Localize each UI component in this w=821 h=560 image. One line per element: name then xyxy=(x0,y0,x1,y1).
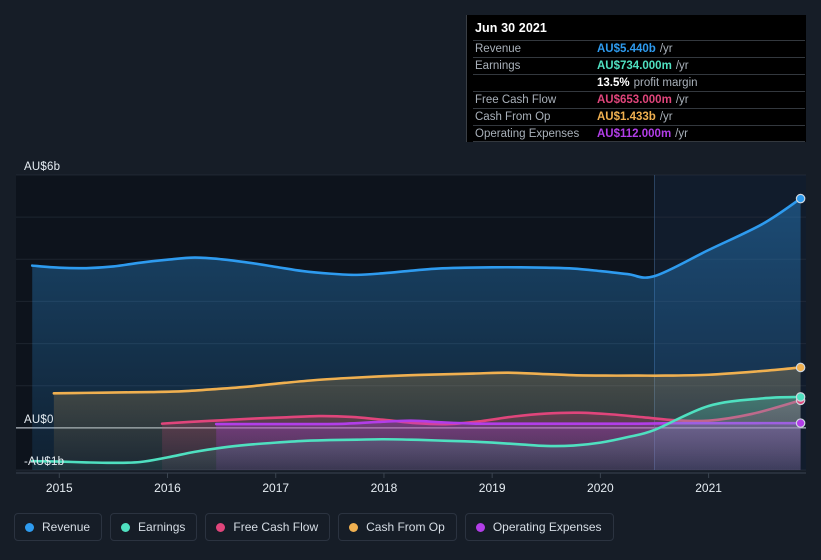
x-axis-label: 2016 xyxy=(154,481,181,495)
tooltip-row-label: Revenue xyxy=(475,43,522,55)
endpoint-marker-earnings[interactable] xyxy=(795,392,806,402)
tooltip-row-unit: /yr xyxy=(675,128,688,140)
x-axis-label: 2015 xyxy=(45,481,73,495)
x-axis-label: 2018 xyxy=(370,481,398,495)
legend-item-label: Free Cash Flow xyxy=(233,520,319,534)
tooltip-row-unit: /yr xyxy=(675,60,689,72)
legend-color-dot-icon xyxy=(121,522,131,532)
legend-item-label: Operating Expenses xyxy=(492,520,602,534)
y-axis-label: -AU$1b xyxy=(24,456,65,468)
tooltip-row: Revenue AU$5.440b/yr xyxy=(473,40,805,57)
tooltip-row-value: AU$1.433b xyxy=(597,111,656,123)
tooltip-row: 13.5% profit margin xyxy=(473,74,805,91)
legend-color-dot-icon xyxy=(216,522,226,532)
tooltip-row-label: Cash From Op xyxy=(475,111,551,123)
tooltip-row-unit: /yr xyxy=(659,43,673,55)
tooltip-row-label: Free Cash Flow xyxy=(475,94,557,106)
chart-legend[interactable]: Revenue Earnings Free Cash Flow Cash From O… xyxy=(14,513,614,541)
legend-item-cash-from-op[interactable]: Cash From Op xyxy=(338,513,457,541)
tooltip-row-value: 13.5% xyxy=(597,77,630,89)
tooltip-row-label: Earnings xyxy=(475,60,521,72)
legend-item-label: Cash From Op xyxy=(366,520,445,534)
tooltip-row: Operating Expenses AU$112.000m/yr xyxy=(473,125,805,142)
chart-page: AU$6b AU$0 -AU$1b 2015 2016 2017 2018 2019 2020… xyxy=(0,0,821,560)
tooltip-row: Free Cash Flow AU$653.000m/yr xyxy=(473,91,805,108)
x-axis-label: 2019 xyxy=(478,481,506,495)
x-axis-label: 2020 xyxy=(587,481,614,495)
legend-item-free-cash-flow[interactable]: Free Cash Flow xyxy=(205,513,331,541)
tooltip-row-value: AU$5.440b xyxy=(597,43,656,55)
x-axis-label: 2021 xyxy=(695,481,722,495)
y-axis-label: AU$6b xyxy=(24,161,61,173)
y-axis-label: AU$0 xyxy=(24,413,54,426)
legend-color-dot-icon xyxy=(349,522,359,532)
tooltip-row: Cash From Op AU$1.433b/yr xyxy=(473,108,805,125)
endpoint-marker-revenue[interactable] xyxy=(795,193,806,204)
legend-color-dot-icon xyxy=(25,522,34,532)
tooltip-row-unit: /yr xyxy=(675,94,689,106)
legend-item-earnings[interactable]: Earnings xyxy=(110,513,198,541)
endpoint-marker-operating-expenses[interactable] xyxy=(795,418,806,428)
tooltip-row-value: AU$734.000m xyxy=(597,60,672,72)
legend-item-label: Revenue xyxy=(42,520,91,534)
legend-item-revenue[interactable]: Revenue xyxy=(14,513,103,541)
tooltip-row-unit: /yr xyxy=(659,111,673,123)
tooltip-row-label: Operating Expenses xyxy=(475,128,580,140)
tooltip-rows: Revenue AU$5.440b/yr Earnings AU$734.000m/y… xyxy=(467,40,806,142)
endpoint-marker-cash-from-op[interactable] xyxy=(795,362,806,373)
legend-item-label: Earnings xyxy=(138,520,186,534)
x-axis-label: 2017 xyxy=(262,481,290,495)
legend-color-dot-icon xyxy=(475,522,485,532)
tooltip-row-value: AU$653.000m xyxy=(597,94,672,106)
tooltip-panel: Jun 30 2021 Revenue AU$5.440b/yr Earnings A… xyxy=(466,15,806,142)
tooltip-date: Jun 30 2021 xyxy=(475,21,547,35)
tooltip-row-unit: profit margin xyxy=(633,77,698,89)
tooltip-row: Earnings AU$734.000m/yr xyxy=(473,57,805,74)
tooltip-row-value: AU$112.000m xyxy=(597,128,672,140)
legend-item-operating-expenses[interactable]: Operating Expenses xyxy=(464,513,614,541)
